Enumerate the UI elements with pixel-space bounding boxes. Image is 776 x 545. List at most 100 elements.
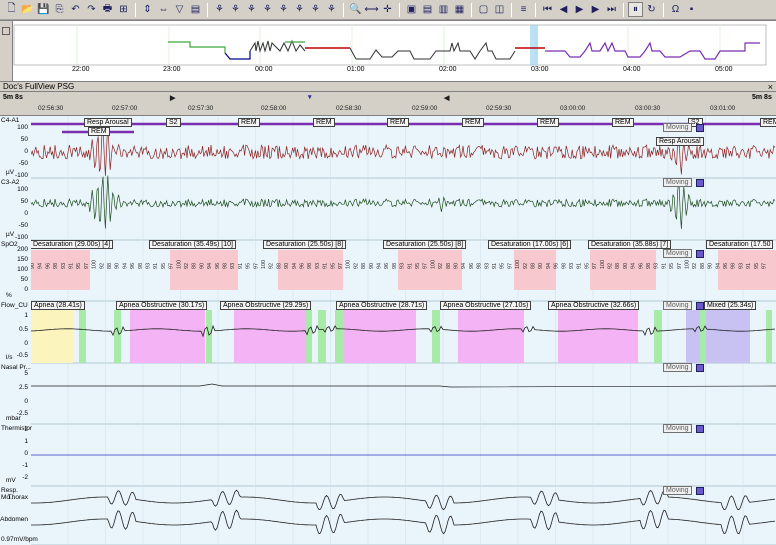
report-icon[interactable]: ⊞ [116, 2, 131, 17]
moving-icon[interactable] [696, 250, 704, 258]
menu-icon[interactable]: ≡ [516, 2, 531, 17]
sleep-stage-label[interactable]: REM [88, 127, 110, 136]
apnea-event[interactable]: Apnea Obstructive (32.66s) [548, 301, 640, 310]
sleep-stage-label[interactable]: S2 [166, 118, 181, 127]
event-b-icon[interactable]: ⚘ [228, 2, 243, 17]
event-d-icon[interactable]: ⚘ [260, 2, 275, 17]
channel-name[interactable]: C3-A2 [1, 179, 19, 186]
signal-area[interactable]: 90 94 96 98 93 91 95 97 100 92 88 90 94 96 98 93 91 95 97 1… [0, 116, 776, 545]
moving-icon[interactable] [696, 487, 704, 495]
moving-label[interactable]: Moving [663, 301, 692, 310]
moving-icon[interactable] [696, 302, 704, 310]
time-ruler[interactable]: 5m 8s 5m 8s ▶ ▾ ◀ 02:56:30 02:57:00 02:57:… [0, 92, 776, 116]
redo-icon[interactable]: ↷ [84, 2, 99, 17]
save-icon[interactable]: 💾 [36, 2, 51, 17]
montage-icon[interactable]: ▤ [188, 2, 203, 17]
hypopnea-region [114, 310, 121, 363]
cursor-icon[interactable]: ✛ [380, 2, 395, 17]
event-a-icon[interactable]: ⚘ [212, 2, 227, 17]
axis-tick: Thorax [7, 494, 28, 501]
axis-tick: Abdomen [0, 516, 28, 523]
moving-icon[interactable] [696, 364, 704, 372]
copy-icon[interactable]: ⎘ [52, 2, 67, 17]
resp-arousal-label[interactable]: Resp Arousal [656, 137, 704, 146]
sleep-stage-label[interactable]: REM [760, 118, 776, 127]
sleep-stage-label[interactable]: REM [537, 118, 559, 127]
layout-b-icon[interactable]: ▤ [420, 2, 435, 17]
epoch-center-marker[interactable]: ▾ [308, 93, 312, 101]
sleep-stage-label[interactable]: REM [387, 118, 409, 127]
epoch-start-marker[interactable]: ▶ [170, 94, 175, 102]
apnea-event[interactable]: Apnea Obstructive (27.10s) [440, 301, 532, 310]
desaturation-event[interactable]: Desaturation (17.50 [706, 240, 774, 249]
axis-tick: 0.5 [18, 326, 28, 333]
first-icon[interactable]: ⏮ [540, 2, 555, 17]
window-b-icon[interactable]: ◫ [492, 2, 507, 17]
desaturation-event[interactable]: Desaturation (25.50s) [8] [263, 240, 347, 249]
event-h-icon[interactable]: ⚘ [324, 2, 339, 17]
new-doc-icon[interactable]: 🗋 [4, 2, 19, 17]
apnea-event[interactable]: Apnea (28.41s) [31, 301, 85, 310]
event-e-icon[interactable]: ⚘ [276, 2, 291, 17]
moving-label[interactable]: Moving [663, 249, 692, 258]
sleep-stage-label[interactable]: REM [612, 118, 634, 127]
spo2-value: 88 [192, 263, 198, 269]
moving-label[interactable]: Moving [663, 178, 692, 187]
apnea-event[interactable]: Apnea Obstructive (28.71s) [336, 301, 428, 310]
moving-label[interactable]: Moving [663, 486, 692, 495]
moving-label[interactable]: Moving [663, 123, 692, 132]
desaturation-region [31, 250, 90, 290]
window-a-icon[interactable]: ▢ [476, 2, 491, 17]
spo2-value: 100 [600, 260, 606, 269]
range-icon[interactable]: ⇔ [156, 2, 171, 17]
desaturation-event[interactable]: Desaturation (35.49s) [10] [149, 240, 236, 249]
sleep-stage-label[interactable]: REM [238, 118, 260, 127]
desaturation-event[interactable]: Desaturation (35.88s) [7] [588, 240, 672, 249]
axis-tick: 200 [17, 246, 28, 253]
spo2-value: 92 [608, 263, 614, 269]
moving-label[interactable]: Moving [663, 363, 692, 372]
loop-icon[interactable]: ↻ [644, 2, 659, 17]
spo2-value: 97 [253, 263, 259, 269]
layout-c-icon[interactable]: ▥ [436, 2, 451, 17]
last-icon[interactable]: ⏭ [604, 2, 619, 17]
sleep-stage-label[interactable]: REM [462, 118, 484, 127]
moving-icon[interactable] [696, 425, 704, 433]
moving-label[interactable]: Moving [663, 424, 692, 433]
event-g-icon[interactable]: ⚘ [308, 2, 323, 17]
desaturation-event[interactable]: Desaturation (25.50s) [8] [383, 240, 467, 249]
ohm-icon[interactable]: Ω [668, 2, 683, 17]
pause-icon[interactable]: ⏸ [628, 2, 643, 17]
extra-icon[interactable]: ▪ [684, 2, 699, 17]
apnea-event[interactable]: Apnea Obstructive (29.29s) [220, 301, 312, 310]
print-icon[interactable]: 🖶 [100, 2, 115, 17]
apnea-event[interactable]: Mixed (25.34s) [704, 301, 757, 310]
channel-name[interactable]: Flow_CU [1, 302, 28, 309]
axis-tick: 1 [24, 438, 28, 445]
channel-name[interactable]: C4-A1 [1, 117, 19, 124]
desaturation-event[interactable]: Desaturation (17.00s) [6] [488, 240, 572, 249]
apnea-event[interactable]: Apnea Obstructive (30.17s) [116, 301, 208, 310]
filter-icon[interactable]: ▽ [172, 2, 187, 17]
event-c-icon[interactable]: ⚘ [244, 2, 259, 17]
channel-unit: mbar [6, 415, 21, 422]
desaturation-event[interactable]: Desaturation (29.00s) [4] [30, 240, 114, 249]
layout-a-icon[interactable]: ▣ [404, 2, 419, 17]
prev-icon[interactable]: ◀ [556, 2, 571, 17]
undo-icon[interactable]: ↶ [68, 2, 83, 17]
play-icon[interactable]: ▶ [572, 2, 587, 17]
moving-icon[interactable] [696, 179, 704, 187]
sleep-stage-label[interactable]: REM [313, 118, 335, 127]
measure-icon[interactable]: ⟷ [364, 2, 379, 17]
next-icon[interactable]: ▶ [588, 2, 603, 17]
expand-icon[interactable]: ⇕ [140, 2, 155, 17]
open-icon[interactable]: 📂 [20, 2, 35, 17]
event-f-icon[interactable]: ⚘ [292, 2, 307, 17]
close-button[interactable]: × [768, 82, 773, 92]
layout-d-icon[interactable]: ▦ [452, 2, 467, 17]
zoom-icon[interactable]: 🔍 [348, 2, 363, 17]
spo2-value: 95 [76, 263, 82, 269]
sleep-stage-label[interactable]: Resp Arousal [84, 118, 132, 127]
moving-icon[interactable] [696, 124, 704, 132]
epoch-end-marker[interactable]: ◀ [444, 94, 449, 102]
